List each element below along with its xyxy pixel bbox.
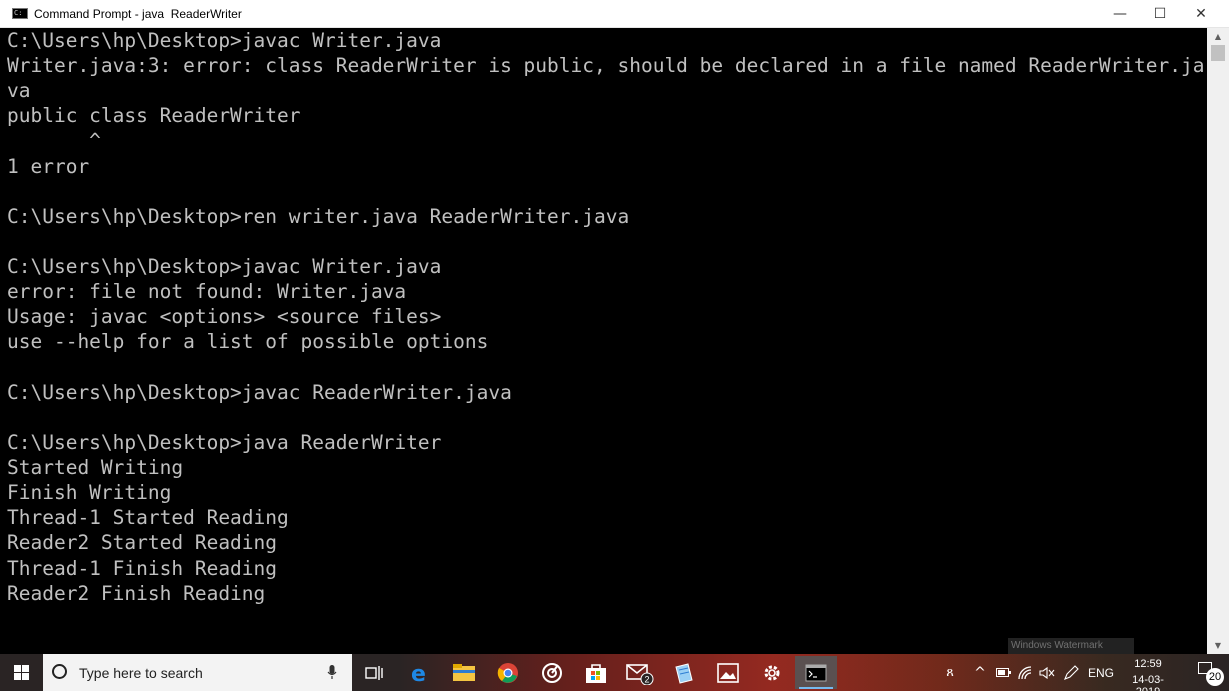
console-line: Started Writing xyxy=(7,456,184,480)
notepad-icon xyxy=(675,662,693,684)
edge-icon: e xyxy=(411,662,426,684)
console-line: C:\Users\hp\Desktop>javac Writer.java xyxy=(7,29,442,52)
svg-text:e: e xyxy=(411,662,426,684)
taskbar-mail[interactable]: 2 xyxy=(619,656,661,689)
console-line: Usage: javac <options> <source files> xyxy=(7,305,442,329)
console-line: 1 error xyxy=(7,154,90,178)
settings-icon xyxy=(764,665,780,680)
taskbar-settings[interactable] xyxy=(751,656,793,689)
file-explorer-icon xyxy=(453,663,475,681)
scroll-up-arrow-icon[interactable]: ▲ xyxy=(1207,28,1229,45)
cmd-icon: C: xyxy=(12,8,28,19)
console-line: Writer.java:3: error: class ReaderWriter… xyxy=(7,54,1205,78)
active-indicator xyxy=(799,687,833,689)
start-button[interactable] xyxy=(0,654,43,691)
command-prompt-icon xyxy=(805,664,827,681)
mail-badge: 2 xyxy=(645,674,650,684)
console-line: Reader2 Finish Reading xyxy=(7,581,266,605)
console-line: ^ xyxy=(7,129,101,153)
scroll-thumb[interactable] xyxy=(1211,45,1225,61)
close-button[interactable]: ✕ xyxy=(1180,0,1222,28)
console-output[interactable]: C:\Users\hp\Desktop>javac Writer.java Wri… xyxy=(0,28,1207,654)
taskbar-search-box[interactable]: Type here to search xyxy=(43,654,352,691)
store-icon xyxy=(586,663,606,683)
console-line: Thread-1 Started Reading xyxy=(7,506,289,530)
taskbar-store[interactable] xyxy=(575,656,617,689)
cortana-icon xyxy=(52,664,67,679)
activation-watermark: Windows Watermark xyxy=(1008,638,1134,654)
console-line: use --help for a list of possible option… xyxy=(7,330,489,354)
minimize-icon: — xyxy=(1113,6,1127,22)
taskbar-photos[interactable] xyxy=(707,656,749,689)
taskbar-file-explorer[interactable] xyxy=(443,656,485,689)
input-language-indicator[interactable]: ENG xyxy=(1086,654,1116,691)
pen-workspace-icon[interactable] xyxy=(1060,654,1082,691)
wifi-icon[interactable] xyxy=(1015,654,1035,691)
notification-count: 20 xyxy=(1206,668,1224,686)
task-view-button[interactable] xyxy=(353,656,395,689)
taskbar: Type here to search e 2 ጸ ^ ENG 12:59 14… xyxy=(0,654,1229,691)
clock-date[interactable]: 14-03-2019 xyxy=(1120,674,1176,691)
console-line: error: file not found: Writer.java xyxy=(7,280,407,304)
minimize-button[interactable]: — xyxy=(1099,0,1141,28)
taskbar-command-prompt[interactable] xyxy=(795,656,837,689)
maximize-button[interactable]: ☐ xyxy=(1139,0,1181,28)
chrome-icon xyxy=(497,662,518,683)
mail-icon: 2 xyxy=(626,663,654,685)
command-prompt-window: C: Command Prompt - java ReaderWriter — … xyxy=(0,0,1229,654)
task-view-icon xyxy=(365,665,383,680)
groove-music-icon xyxy=(542,662,562,683)
console-line: Thread-1 Finish Reading xyxy=(7,556,278,580)
console-line: Finish Writing xyxy=(7,481,172,505)
maximize-icon: ☐ xyxy=(1153,6,1167,22)
taskbar-notepad[interactable] xyxy=(663,656,705,689)
console-line: C:\Users\hp\Desktop>java ReaderWriter xyxy=(7,430,442,454)
people-icon[interactable]: ጸ xyxy=(938,654,962,691)
action-center-button[interactable]: 20 xyxy=(1188,654,1229,691)
vertical-scrollbar[interactable]: ▲ ▼ xyxy=(1207,28,1229,654)
scroll-down-arrow-icon[interactable]: ▼ xyxy=(1207,637,1229,654)
console-line: Reader2 Started Reading xyxy=(7,531,278,555)
microphone-icon[interactable] xyxy=(327,665,337,680)
battery-icon[interactable] xyxy=(993,654,1013,691)
clock-time[interactable]: 12:59 xyxy=(1120,658,1176,670)
taskbar-chrome[interactable] xyxy=(487,656,529,689)
title-bar[interactable]: C: Command Prompt - java ReaderWriter — … xyxy=(0,0,1229,28)
console-line: public class ReaderWriter xyxy=(7,104,301,128)
console-line: C:\Users\hp\Desktop>ren writer.java Read… xyxy=(7,204,630,228)
show-hidden-icons-chevron-icon[interactable]: ^ xyxy=(970,654,990,691)
taskbar-edge[interactable]: e xyxy=(399,656,441,689)
console-line: C:\Users\hp\Desktop>javac Writer.java xyxy=(7,255,442,279)
photos-icon xyxy=(717,662,739,683)
window-title: Command Prompt - java ReaderWriter xyxy=(34,7,242,21)
taskbar-groove-music[interactable] xyxy=(531,656,573,689)
windows-logo-icon xyxy=(14,665,29,680)
search-placeholder: Type here to search xyxy=(79,665,203,681)
console-line: va xyxy=(7,79,31,103)
console-line: C:\Users\hp\Desktop>javac ReaderWriter.j… xyxy=(7,380,512,404)
volume-muted-icon[interactable] xyxy=(1037,654,1057,691)
close-icon: ✕ xyxy=(1195,6,1207,22)
